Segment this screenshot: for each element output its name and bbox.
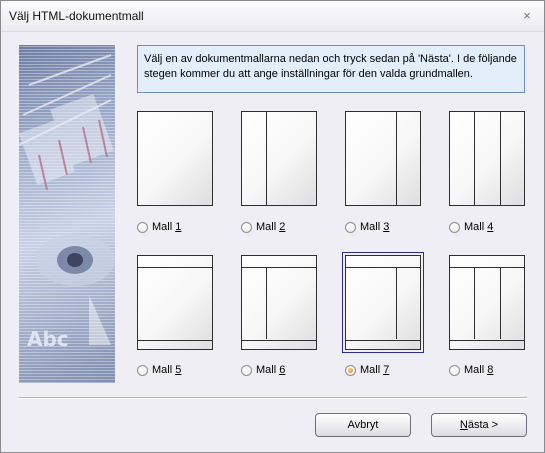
template-radio-2[interactable]: Mall 2: [241, 220, 285, 234]
template-preview-8[interactable]: [449, 255, 525, 350]
radio-button-icon[interactable]: [345, 221, 356, 233]
template-radio-6[interactable]: Mall 6: [241, 363, 285, 377]
template-preview-7[interactable]: [342, 252, 424, 353]
template-label-4: Mall 4: [464, 221, 494, 233]
side-illustration: Abc: [19, 45, 115, 383]
side-illustration-text: Abc: [27, 327, 69, 351]
template-label-2: Mall 2: [256, 221, 286, 233]
dialog-window: Välj HTML-dokumentmall × Abc Välj en av …: [0, 0, 545, 453]
template-radio-5[interactable]: Mall 5: [137, 363, 181, 377]
template-radio-7[interactable]: Mall 7: [345, 363, 389, 377]
radio-button-icon[interactable]: [241, 364, 252, 376]
footer-divider: [19, 397, 527, 399]
instruction-box: Välj en av dokumentmallarna nedan och tr…: [137, 45, 525, 93]
template-preview-3[interactable]: [345, 111, 421, 206]
radio-button-icon[interactable]: [449, 221, 460, 233]
template-label-1: Mall 1: [152, 221, 182, 233]
radio-button-icon[interactable]: [241, 221, 252, 233]
template-preview-6[interactable]: [241, 255, 317, 350]
window-title: Välj HTML-dokumentmall: [9, 9, 144, 23]
template-radio-3[interactable]: Mall 3: [345, 220, 389, 234]
radio-button-icon[interactable]: [137, 364, 148, 376]
radio-button-icon[interactable]: [449, 364, 460, 376]
template-label-7: Mall 7: [360, 364, 390, 376]
close-icon[interactable]: ×: [520, 9, 534, 23]
template-radio-1[interactable]: Mall 1: [137, 220, 181, 234]
template-radio-4[interactable]: Mall 4: [449, 220, 493, 234]
cancel-button[interactable]: Avbryt: [315, 413, 411, 437]
cancel-button-label: Avbryt: [347, 419, 379, 431]
template-label-5: Mall 5: [152, 364, 182, 376]
template-label-3: Mall 3: [360, 221, 390, 233]
template-preview-4[interactable]: [449, 111, 525, 206]
title-bar[interactable]: Välj HTML-dokumentmall ×: [1, 1, 544, 31]
next-button[interactable]: Nästa >: [431, 413, 527, 437]
instruction-text: Välj en av dokumentmallarna nedan och tr…: [144, 53, 517, 80]
radio-button-selected-icon[interactable]: [345, 364, 356, 376]
template-preview-2[interactable]: [241, 111, 317, 206]
template-preview-1[interactable]: [137, 111, 213, 206]
template-label-8: Mall 8: [464, 364, 494, 376]
template-label-6: Mall 6: [256, 364, 286, 376]
radio-button-icon[interactable]: [137, 221, 148, 233]
title-divider: [1, 31, 544, 32]
next-button-label: Nästa >: [459, 419, 499, 431]
template-radio-8[interactable]: Mall 8: [449, 363, 493, 377]
template-preview-5[interactable]: [137, 255, 213, 350]
